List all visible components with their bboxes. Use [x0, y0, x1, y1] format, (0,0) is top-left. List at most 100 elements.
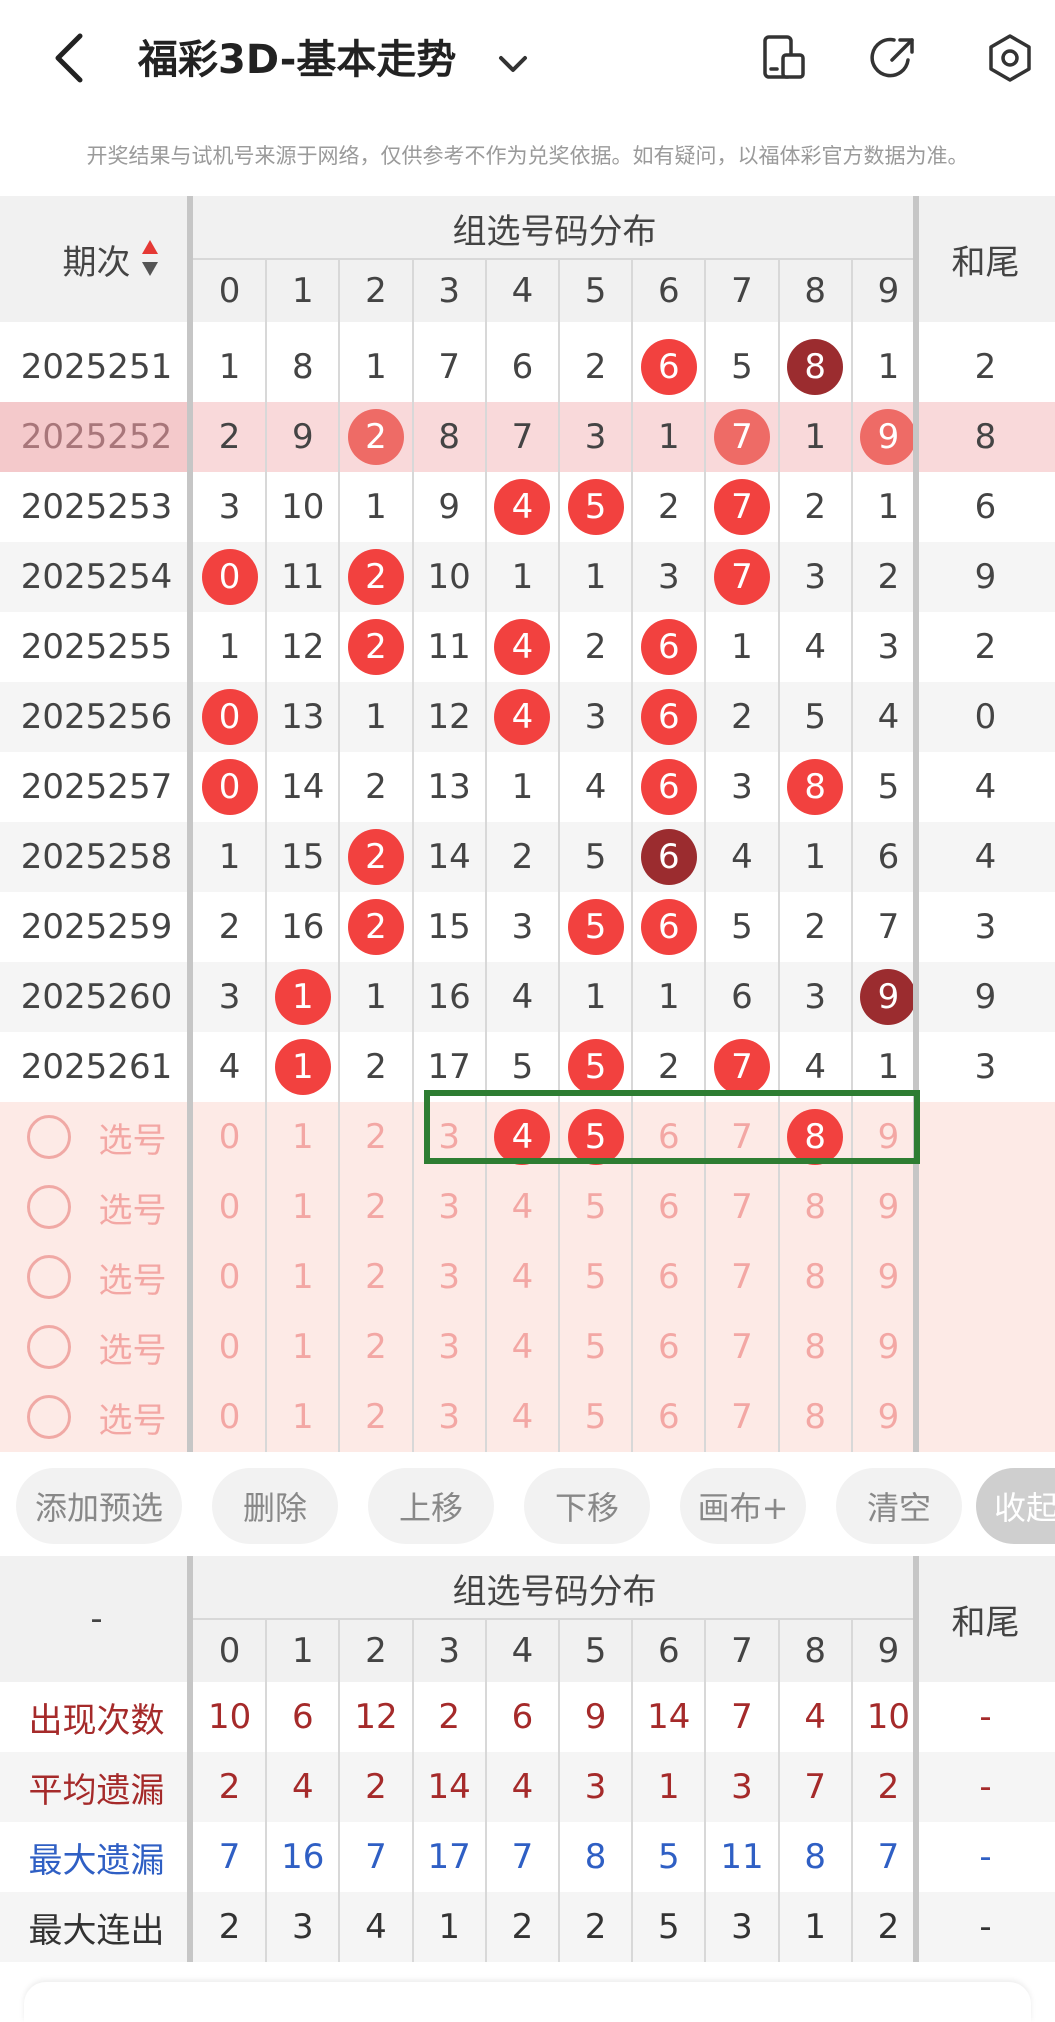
pick-digit[interactable]: 0: [219, 1327, 241, 1367]
pick-digit[interactable]: 9: [878, 1257, 900, 1297]
period-cell[interactable]: 2025256: [0, 682, 193, 752]
pick-digit[interactable]: 5: [585, 1257, 607, 1297]
period-cell[interactable]: 2025260: [0, 962, 193, 1032]
clear-button[interactable]: 清空: [836, 1468, 962, 1544]
pick-row-label[interactable]: 选号: [0, 1242, 193, 1312]
collapse-button[interactable]: 收起: [976, 1468, 1055, 1544]
pick-digit[interactable]: 4: [512, 1187, 534, 1227]
pick-digit-cell[interactable]: 2: [339, 1242, 412, 1312]
canvas-plus-button[interactable]: 画布+: [680, 1468, 806, 1544]
radio-circle-icon[interactable]: [26, 1185, 71, 1229]
pick-digit-cell[interactable]: 7: [705, 1382, 778, 1452]
pick-digit[interactable]: 1: [292, 1397, 314, 1437]
radio-circle-icon[interactable]: [26, 1115, 71, 1159]
pick-digit[interactable]: 1: [292, 1257, 314, 1297]
pick-digit[interactable]: 2: [365, 1397, 387, 1437]
pick-digit[interactable]: 7: [731, 1187, 753, 1227]
pick-digit[interactable]: 9: [878, 1327, 900, 1367]
pick-digit-cell[interactable]: 8: [779, 1242, 852, 1312]
pick-digit-cell[interactable]: 4: [486, 1382, 559, 1452]
pick-digit-cell[interactable]: 8: [779, 1382, 852, 1452]
pick-digit-cell[interactable]: 8: [779, 1312, 852, 1382]
selection-box[interactable]: [424, 1090, 920, 1164]
pick-digit[interactable]: 5: [585, 1397, 607, 1437]
pick-digit[interactable]: 7: [731, 1397, 753, 1437]
pick-digit[interactable]: 2: [365, 1117, 387, 1157]
period-cell[interactable]: 2025257: [0, 752, 193, 822]
period-cell[interactable]: 2025254: [0, 542, 193, 612]
pick-row-label[interactable]: 选号: [0, 1312, 193, 1382]
period-cell[interactable]: 2025251: [0, 332, 193, 402]
back-arrow-icon[interactable]: [34, 22, 106, 94]
pick-digit[interactable]: 7: [731, 1327, 753, 1367]
pick-digit[interactable]: 3: [438, 1257, 460, 1297]
pick-digit-cell[interactable]: 4: [486, 1242, 559, 1312]
pick-digit-cell[interactable]: 2: [339, 1312, 412, 1382]
share-export-icon[interactable]: [858, 22, 930, 94]
pick-digit-cell[interactable]: 0: [193, 1172, 266, 1242]
radio-circle-icon[interactable]: [26, 1325, 71, 1369]
pick-digit-cell[interactable]: 1: [266, 1102, 339, 1172]
pick-digit-cell[interactable]: 6: [632, 1312, 705, 1382]
pick-digit[interactable]: 6: [658, 1257, 680, 1297]
pick-digit-cell[interactable]: 4: [486, 1172, 559, 1242]
period-cell[interactable]: 2025258: [0, 822, 193, 892]
chevron-down-icon[interactable]: [498, 32, 528, 92]
pick-digit[interactable]: 6: [658, 1397, 680, 1437]
pick-digit-cell[interactable]: 6: [632, 1242, 705, 1312]
pick-digit[interactable]: 8: [804, 1187, 826, 1227]
pick-digit[interactable]: 0: [219, 1117, 241, 1157]
period-cell[interactable]: 2025255: [0, 612, 193, 682]
pick-digit-cell[interactable]: 1: [266, 1312, 339, 1382]
pick-digit[interactable]: 9: [878, 1397, 900, 1437]
pick-digit-cell[interactable]: 2: [339, 1102, 412, 1172]
period-cell[interactable]: 2025253: [0, 472, 193, 542]
pick-digit[interactable]: 0: [219, 1257, 241, 1297]
pick-digit[interactable]: 8: [804, 1397, 826, 1437]
radio-circle-icon[interactable]: [26, 1255, 71, 1299]
move-up-button[interactable]: 上移: [368, 1468, 494, 1544]
pick-digit-cell[interactable]: 3: [413, 1382, 486, 1452]
pick-digit-cell[interactable]: 5: [559, 1242, 632, 1312]
pick-digit-cell[interactable]: 3: [413, 1242, 486, 1312]
pick-digit-cell[interactable]: 5: [559, 1382, 632, 1452]
move-down-button[interactable]: 下移: [524, 1468, 650, 1544]
page-title[interactable]: 福彩3D-基本走势: [138, 30, 528, 92]
pick-digit-cell[interactable]: 2: [339, 1172, 412, 1242]
period-cell[interactable]: 2025261: [0, 1032, 193, 1102]
pick-digit-cell[interactable]: 4: [486, 1312, 559, 1382]
pick-digit[interactable]: 1: [292, 1327, 314, 1367]
pick-digit-cell[interactable]: 6: [632, 1382, 705, 1452]
pick-row-label[interactable]: 选号: [0, 1102, 193, 1172]
pick-digit[interactable]: 2: [365, 1257, 387, 1297]
pick-digit-cell[interactable]: 0: [193, 1312, 266, 1382]
pick-digit-cell[interactable]: 1: [266, 1382, 339, 1452]
pick-digit[interactable]: 5: [585, 1327, 607, 1367]
device-layout-icon[interactable]: [748, 22, 820, 94]
pick-digit[interactable]: 1: [292, 1187, 314, 1227]
pick-digit-cell[interactable]: 1: [266, 1172, 339, 1242]
pick-digit[interactable]: 4: [512, 1397, 534, 1437]
pick-row-label[interactable]: 选号: [0, 1172, 193, 1242]
pick-digit[interactable]: 9: [878, 1187, 900, 1227]
pick-digit[interactable]: 3: [438, 1327, 460, 1367]
pick-digit[interactable]: 8: [804, 1327, 826, 1367]
pick-digit-cell[interactable]: 0: [193, 1102, 266, 1172]
pick-digit-cell[interactable]: 3: [413, 1172, 486, 1242]
sort-arrows-icon[interactable]: [138, 238, 162, 278]
pick-digit[interactable]: 5: [585, 1187, 607, 1227]
pick-digit[interactable]: 4: [512, 1327, 534, 1367]
pick-digit-cell[interactable]: 7: [705, 1312, 778, 1382]
pick-digit-cell[interactable]: 2: [339, 1382, 412, 1452]
pick-digit[interactable]: 6: [658, 1187, 680, 1227]
pick-digit[interactable]: 3: [438, 1397, 460, 1437]
radio-circle-icon[interactable]: [26, 1395, 71, 1439]
pick-digit[interactable]: 1: [292, 1117, 314, 1157]
pick-digit[interactable]: 0: [219, 1397, 241, 1437]
pick-digit[interactable]: 3: [438, 1187, 460, 1227]
add-preselect-button[interactable]: 添加预选: [16, 1468, 182, 1544]
pick-digit[interactable]: 6: [658, 1327, 680, 1367]
pick-digit[interactable]: 2: [365, 1327, 387, 1367]
pick-digit[interactable]: 2: [365, 1187, 387, 1227]
pick-digit-cell[interactable]: 1: [266, 1242, 339, 1312]
